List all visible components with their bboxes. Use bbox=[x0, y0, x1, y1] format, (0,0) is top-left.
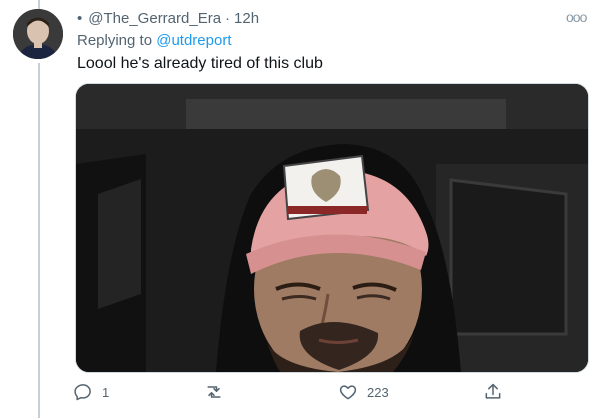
reply-count: 1 bbox=[102, 384, 110, 400]
retweet-icon bbox=[207, 386, 221, 398]
like-count: 223 bbox=[367, 384, 389, 400]
bullet: • bbox=[77, 9, 83, 27]
thread-line-bottom bbox=[38, 63, 40, 418]
tweet-media-image[interactable] bbox=[75, 83, 589, 373]
author-handle[interactable]: @The_Gerrard_Era bbox=[88, 10, 221, 27]
heart-icon bbox=[339, 385, 357, 400]
reply-action[interactable]: 1 bbox=[73, 378, 109, 406]
tweet-header: • @The_Gerrard_Era · 12h bbox=[77, 8, 570, 28]
avatar[interactable] bbox=[13, 9, 63, 59]
timestamp[interactable]: 12h bbox=[234, 10, 259, 27]
replying-handle[interactable]: @utdreport bbox=[156, 32, 231, 49]
retweet-action[interactable] bbox=[203, 378, 225, 406]
share-action[interactable] bbox=[483, 378, 503, 406]
action-bar: 1 223 bbox=[73, 378, 513, 406]
reply-icon bbox=[74, 384, 91, 401]
photo-of-man-in-pink-cap bbox=[76, 84, 588, 372]
more-options-icon[interactable]: ooo bbox=[566, 9, 587, 25]
replying-prefix: Replying to bbox=[77, 32, 153, 49]
more-options-label: ooo bbox=[566, 9, 587, 25]
separator: · bbox=[225, 9, 231, 27]
like-action[interactable]: 223 bbox=[338, 378, 389, 406]
share-icon bbox=[485, 383, 501, 399]
avatar-image bbox=[13, 9, 63, 59]
replying-to: Replying to @utdreport bbox=[77, 32, 231, 49]
tweet-text: Loool he's already tired of this club bbox=[77, 55, 323, 72]
